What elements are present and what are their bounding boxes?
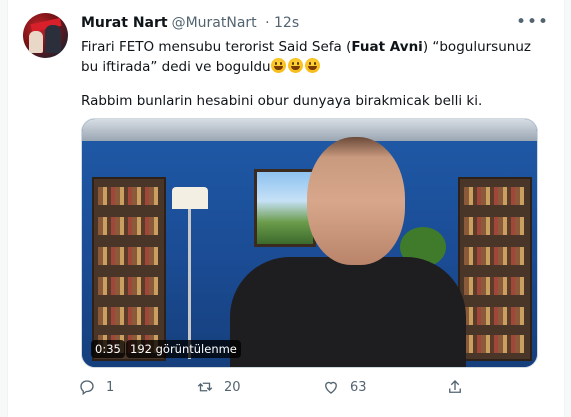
avatar[interactable] [23,13,68,58]
video-duration: 0:35 [91,340,125,358]
reply-icon [80,380,94,396]
tweet-text: Firari FETO mensubu terorist Said Sefa (… [81,37,541,77]
lamp-pole [188,209,191,359]
tweet-time[interactable]: · 12s [265,15,299,31]
avatar-figure-right [45,25,61,53]
lamp-shade [172,187,208,209]
retweet-button[interactable]: 20 [196,374,241,400]
avatar-figure-left [29,31,43,53]
author-handle[interactable]: @MuratNart [172,15,257,31]
ellipsis-icon[interactable]: ••• [516,12,549,32]
video-views: 192 görüntülenme [126,340,241,358]
heart-icon [325,381,337,394]
tweet-actions: 1 20 63 [78,374,558,400]
speaker-body [230,257,466,367]
tweet-text-mention: Fuat Avni [351,39,423,55]
tweet-card[interactable]: Murat Nart @MuratNart · 12s ••• Firari FE… [7,0,565,417]
tweet-text-line2: Rabbim bunlarin hesabini obur dunyaya bi… [81,93,483,109]
tweet-header: Murat Nart @MuratNart · 12s [81,15,299,31]
tweet-text-part1: Firari FETO mensubu terorist Said Sefa ( [81,39,352,55]
retweet-icon [197,382,213,392]
like-count: 63 [350,379,367,395]
retweet-count: 20 [224,379,241,395]
bookshelf-right [458,177,532,361]
video-frame-ceiling [82,119,537,141]
share-icon [449,380,461,393]
grinning-face-icon [287,58,303,73]
share-button[interactable] [446,374,464,400]
bookshelf-left [92,177,166,361]
grinning-face-icon [270,58,286,73]
like-button[interactable]: 63 [322,374,367,400]
video-player[interactable]: 0:35 192 görüntülenme [81,118,538,368]
author-name[interactable]: Murat Nart [81,15,168,31]
reply-button[interactable]: 1 [78,374,114,400]
speaker-head [307,137,405,265]
grinning-face-icon [304,58,320,73]
reply-count: 1 [106,379,115,395]
